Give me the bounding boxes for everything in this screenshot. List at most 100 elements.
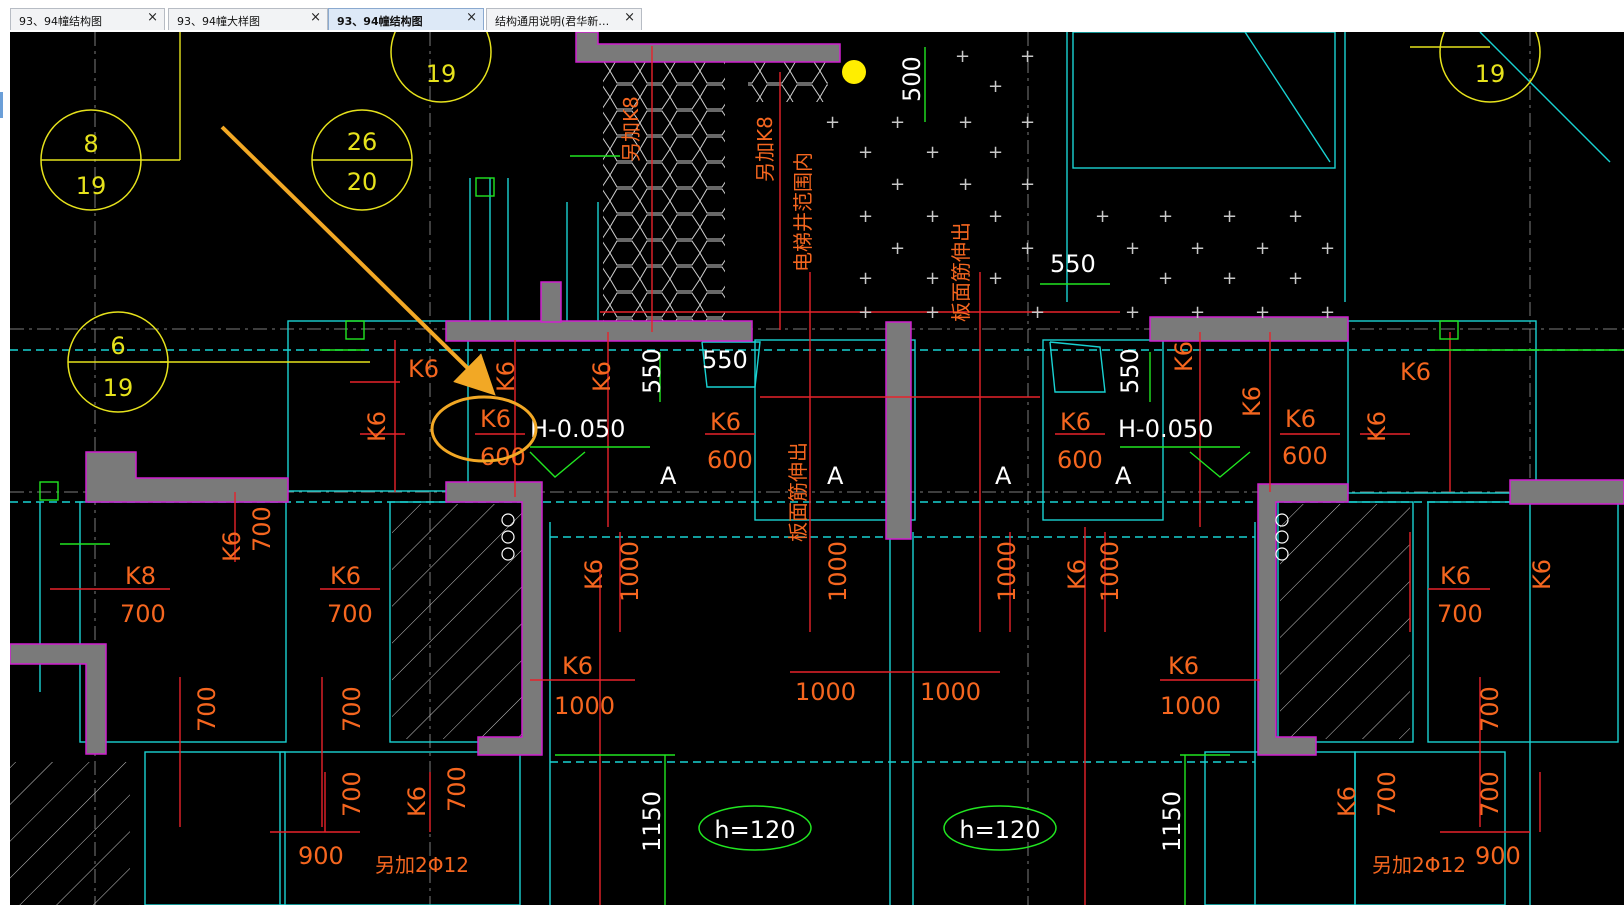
- cad-drawing-canvas[interactable]: + + + + + + + + + + + + + + + + + + + + + + + + + + + + + + …: [10, 32, 1624, 905]
- tab-label: 93、94幢结构图: [19, 15, 102, 28]
- note-extra-bars: 另加2Φ12: [375, 853, 469, 877]
- rebar-mark: K6: [1528, 559, 1556, 590]
- document-tab-bar: 93、94幢结构图 × 93、94幢大样图 × 93、94幢结构图 × 结构通用…: [0, 0, 1624, 33]
- rebar-length: 600: [1282, 442, 1328, 470]
- section-mark: A: [827, 462, 844, 490]
- rebar-mark: K6: [1333, 786, 1361, 817]
- bubble-bottom: 20: [347, 168, 378, 196]
- svg-text:+: +: [925, 142, 940, 163]
- note-extra-k8: 另加K8: [619, 96, 643, 162]
- svg-text:+: +: [988, 206, 1003, 227]
- svg-text:+: +: [890, 238, 905, 259]
- rebar-length: 600: [1057, 446, 1103, 474]
- rebar-mark: K6: [580, 559, 608, 590]
- rebar-length: 700: [1476, 686, 1504, 732]
- tab-label: 结构通用说明(君华新…: [495, 15, 610, 28]
- slab-thickness: h=120: [714, 816, 795, 844]
- dimension-550: 550: [702, 346, 748, 374]
- rebar-length: 1000: [616, 541, 644, 602]
- tab-structure-plan-2[interactable]: 93、94幢结构图 ×: [328, 8, 484, 30]
- svg-text:+: +: [1320, 302, 1335, 323]
- rebar-length: 1000: [795, 678, 856, 706]
- rebar-mark: K6: [403, 786, 431, 817]
- rebar-mark: K6: [1170, 341, 1198, 372]
- dimension-500: 500: [898, 56, 926, 102]
- rebar-length: 1000: [554, 692, 615, 720]
- left-panel-edge: [0, 32, 10, 905]
- rebar-mark: K6: [1063, 559, 1091, 590]
- svg-text:+: +: [1020, 46, 1035, 67]
- svg-text:+: +: [858, 268, 873, 289]
- close-icon[interactable]: ×: [147, 10, 158, 25]
- tab-general-notes[interactable]: 结构通用说明(君华新… ×: [486, 8, 642, 30]
- svg-text:+: +: [1255, 302, 1270, 323]
- rebar-mark: K6: [363, 411, 391, 442]
- rebar-length: 700: [338, 686, 366, 732]
- svg-text:+: +: [1222, 268, 1237, 289]
- close-icon[interactable]: ×: [310, 10, 321, 25]
- rebar-mark: K6: [1285, 405, 1316, 433]
- rebar-mark: K6: [330, 562, 361, 590]
- bubble-bottom: 19: [1475, 60, 1506, 88]
- bubble-bottom: 19: [76, 172, 107, 200]
- rebar-length: 700: [120, 600, 166, 628]
- rebar-mark: K6: [562, 652, 593, 680]
- rebar-length: 1000: [1160, 692, 1221, 720]
- tab-detail-drawings[interactable]: 93、94幢大样图 ×: [168, 8, 328, 30]
- svg-text:+: +: [925, 268, 940, 289]
- rebar-mark: K6: [588, 361, 616, 392]
- rebar-mark: K6: [1238, 386, 1266, 417]
- bubble-top: 26: [347, 128, 378, 156]
- rebar-length: 700: [443, 766, 471, 812]
- note-elevator-shaft: 电梯井范围内: [791, 152, 815, 272]
- rebar-length: 700: [248, 506, 276, 552]
- dimension-1150: 1150: [638, 791, 666, 852]
- rebar-mark: K6: [480, 405, 511, 433]
- note-slab-rebar: 板面筋伸出: [786, 442, 810, 542]
- slab-thickness: h=120: [959, 816, 1040, 844]
- dimension-550: 550: [1050, 250, 1096, 278]
- rebar-length: 1000: [824, 541, 852, 602]
- rebar-length: 700: [327, 600, 373, 628]
- rebar-mark: K6: [1400, 358, 1431, 386]
- close-icon[interactable]: ×: [624, 10, 635, 25]
- rebar-length: 700: [1437, 600, 1483, 628]
- close-icon[interactable]: ×: [466, 10, 477, 25]
- svg-text:+: +: [988, 142, 1003, 163]
- panel-marker: [0, 92, 3, 118]
- svg-text:+: +: [1020, 238, 1035, 259]
- svg-text:+: +: [988, 76, 1003, 97]
- rebar-mark: K6: [492, 361, 520, 392]
- rebar-mark: K8: [125, 562, 156, 590]
- svg-text:+: +: [1020, 174, 1035, 195]
- bubble-top: 6: [110, 332, 125, 360]
- svg-text:+: +: [1020, 112, 1035, 133]
- rebar-length: 700: [193, 686, 221, 732]
- svg-text:+: +: [1158, 206, 1173, 227]
- rebar-length: 600: [707, 446, 753, 474]
- rebar-mark: K6: [218, 531, 246, 562]
- bubble-top: 8: [83, 130, 98, 158]
- rebar-mark: K6: [1060, 408, 1091, 436]
- svg-text:+: +: [858, 142, 873, 163]
- bubble-bottom: 19: [103, 374, 134, 402]
- slab-thickness-marks: h=120 h=120: [698, 805, 1057, 851]
- dimension-1150: 1150: [1158, 791, 1186, 852]
- tab-structure-plan-1[interactable]: 93、94幢结构图 ×: [10, 8, 165, 30]
- svg-text:+: +: [1288, 268, 1303, 289]
- svg-text:+: +: [958, 112, 973, 133]
- rebar-mark: K6: [1168, 652, 1199, 680]
- rebar-length: 600: [480, 443, 526, 471]
- dimension-550: 550: [1116, 348, 1144, 394]
- rebar-mark: K6: [710, 408, 741, 436]
- rebar-length: 700: [1373, 771, 1401, 817]
- dimension-550: 550: [638, 348, 666, 394]
- svg-text:+: +: [858, 206, 873, 227]
- cursor-dot: [842, 60, 866, 84]
- svg-text:+: +: [890, 174, 905, 195]
- svg-text:+: +: [1158, 268, 1173, 289]
- rebar-mark: K6: [408, 355, 439, 383]
- elevation-label: H-0.050: [1118, 415, 1213, 443]
- rebar-length: 700: [338, 771, 366, 817]
- rebar-length: 900: [1475, 842, 1521, 870]
